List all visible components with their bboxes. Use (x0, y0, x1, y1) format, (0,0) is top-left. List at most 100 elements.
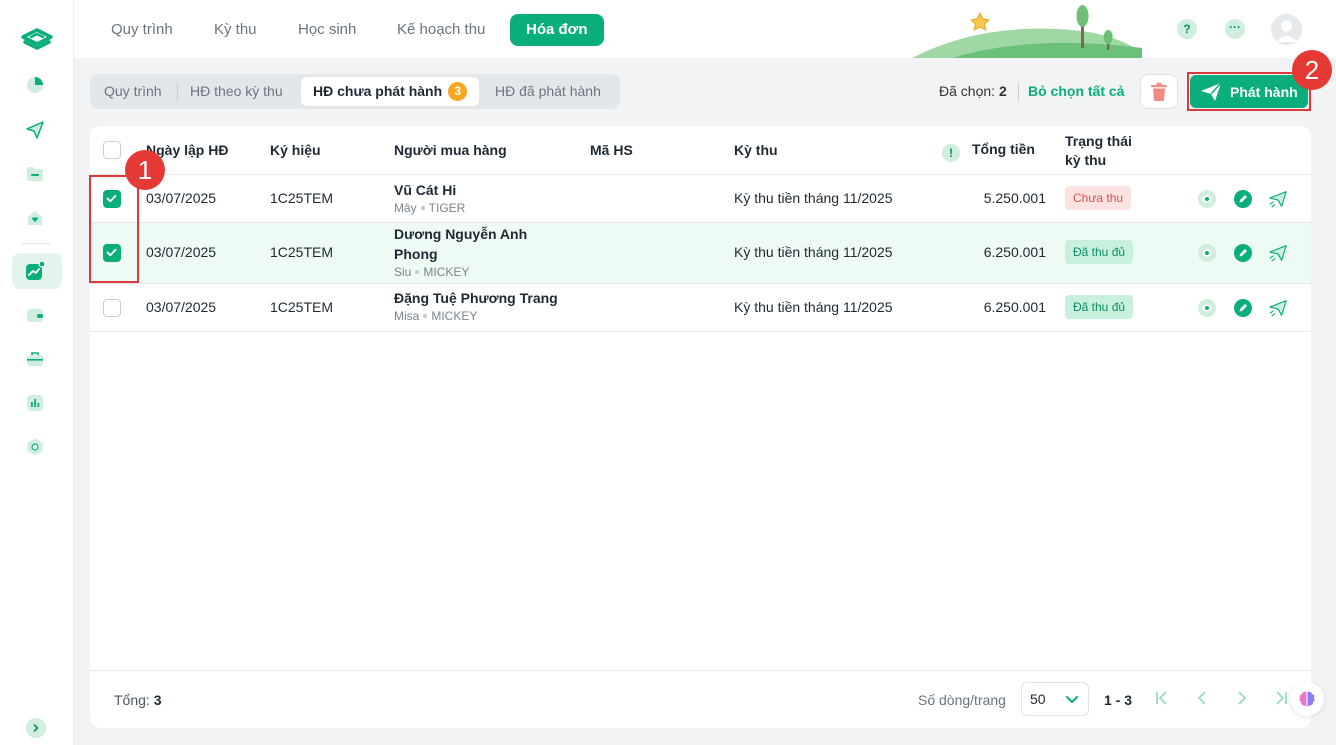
edit-icon[interactable] (1233, 243, 1253, 263)
cell-symbol: 1C25TEM (270, 190, 334, 206)
buyer-meta: Misa MICKEY (394, 309, 558, 323)
step-marker-1: 1 (125, 150, 165, 190)
nav-hoc-sinh[interactable]: Học sinh (298, 14, 356, 46)
avatar[interactable] (1271, 14, 1302, 45)
separator-dot (415, 270, 420, 274)
total-label: Tổng: 3 (114, 692, 162, 708)
view-icon[interactable] (1197, 189, 1217, 209)
publish-button-label: Phát hành (1230, 83, 1298, 100)
table-row[interactable]: 03/07/2025 1C25TEM Dương Nguyễn Anh Phon… (90, 223, 1311, 284)
col-header-status[interactable]: Trạng thái kỳ thu (1065, 132, 1132, 170)
prev-page-icon[interactable] (1193, 689, 1211, 707)
selected-prefix: Đã chọn: (939, 83, 996, 99)
last-page-icon[interactable] (1272, 689, 1290, 707)
sidebar-home-heart-icon[interactable] (23, 206, 47, 230)
toolbar-divider (1018, 83, 1019, 101)
cell-period: Kỳ thu tiền tháng 11/2025 (734, 190, 893, 206)
cell-date: 03/07/2025 (146, 299, 217, 315)
next-page-icon[interactable] (1233, 689, 1251, 707)
nav-ky-thu[interactable]: Kỳ thu (214, 14, 257, 46)
publish-row-icon[interactable] (1268, 243, 1288, 263)
cell-date: 03/07/2025 (146, 190, 217, 206)
checkbox-highlight-box (89, 175, 139, 283)
cell-total: 6.250.001 (983, 244, 1046, 260)
sidebar-briefcase-icon[interactable] (23, 347, 47, 371)
sidebar-expand-icon[interactable] (26, 718, 46, 738)
student-name: Siu (394, 265, 412, 279)
view-icon[interactable] (1197, 298, 1217, 318)
cell-buyer: Đặng Tuệ Phương Trang Misa MICKEY (394, 288, 558, 323)
publish-row-icon[interactable] (1268, 298, 1288, 318)
app-logo-icon[interactable] (19, 25, 55, 55)
rows-per-page-label: Số dòng/trang (918, 692, 1006, 708)
buyer-name: Vũ Cát Hi (394, 182, 457, 198)
info-icon[interactable]: ! (942, 144, 960, 162)
select-all-checkbox[interactable] (103, 141, 121, 159)
footer-divider (90, 670, 1311, 671)
sidebar-settings-icon[interactable] (23, 435, 47, 459)
tab-divider (177, 83, 178, 101)
view-icon[interactable] (1197, 243, 1217, 263)
total-value: 3 (153, 692, 162, 708)
help-icon[interactable]: ? (1177, 19, 1197, 39)
total-prefix: Tổng: (114, 692, 150, 708)
step-marker-2: 2 (1292, 50, 1332, 90)
publish-button[interactable]: Phát hành (1190, 75, 1308, 108)
buyer-meta: Mây TIGER (394, 201, 465, 215)
col-header-buyer[interactable]: Người mua hàng (394, 142, 507, 158)
sidebar-send-icon[interactable] (23, 118, 47, 142)
cell-symbol: 1C25TEM (270, 244, 334, 260)
buyer-name: Đặng Tuệ Phương Trang (394, 290, 558, 306)
col-header-student-code[interactable]: Mã HS (590, 142, 633, 158)
sidebar-chart-trend-icon[interactable] (23, 259, 47, 283)
first-page-icon[interactable] (1153, 689, 1171, 707)
col-header-period[interactable]: Kỳ thu (734, 142, 778, 158)
cell-total: 6.250.001 (983, 299, 1046, 315)
cell-buyer: Vũ Cát Hi Mây TIGER (394, 180, 465, 215)
unpublished-count-badge: 3 (448, 82, 468, 101)
more-icon[interactable]: ··· (1225, 19, 1245, 39)
cell-date: 03/07/2025 (146, 244, 217, 260)
edit-icon[interactable] (1233, 189, 1253, 209)
class-name: MICKEY (423, 265, 470, 279)
col-header-total-label: Tổng tiền (972, 141, 1035, 157)
buyer-name-line2: Phong (394, 246, 438, 262)
separator-dot (420, 206, 425, 210)
cell-period: Kỳ thu tiền tháng 11/2025 (734, 244, 893, 260)
cell-total: 5.250.001 (983, 190, 1046, 206)
tab-hd-theo-ky-thu[interactable]: HĐ theo kỳ thu (190, 74, 283, 109)
col-header-total[interactable]: ! Tổng tiền (942, 141, 1035, 162)
table-row[interactable]: 03/07/2025 1C25TEM Đặng Tuệ Phương Trang… (90, 284, 1311, 332)
table-row[interactable]: 03/07/2025 1C25TEM Vũ Cát Hi Mây TIGER Kỳ… (90, 175, 1311, 223)
selected-count-label: Đã chọn: 2 (939, 83, 1007, 99)
col-header-status-line1: Trạng thái (1065, 133, 1132, 149)
col-header-symbol[interactable]: Ký hiệu (270, 142, 321, 158)
student-name: Misa (394, 309, 420, 323)
nav-quy-trinh[interactable]: Quy trình (111, 14, 173, 46)
col-header-status-line2: kỳ thu (1065, 152, 1107, 168)
ai-assistant-icon[interactable] (1290, 682, 1324, 716)
nav-ke-hoach-thu[interactable]: Kế hoạch thu (397, 14, 485, 46)
send-icon (1201, 81, 1222, 101)
cell-buyer: Dương Nguyễn Anh Phong Siu MICKEY (394, 224, 527, 279)
edit-icon[interactable] (1233, 298, 1253, 318)
sidebar-dashboard-icon[interactable] (23, 73, 47, 97)
tab-quy-trinh[interactable]: Quy trình (104, 74, 162, 109)
sidebar-report-icon[interactable] (23, 391, 47, 415)
row-checkbox[interactable] (103, 299, 121, 317)
tab-hd-da-phat-hanh[interactable]: HĐ đã phát hành (495, 74, 601, 109)
clear-selection-link[interactable]: Bỏ chọn tất cả (1028, 83, 1124, 99)
student-name: Mây (394, 201, 417, 215)
delete-button[interactable] (1140, 74, 1178, 109)
trash-icon (1151, 82, 1167, 101)
sidebar (0, 0, 74, 745)
nav-hoa-don[interactable]: Hóa đơn (510, 14, 604, 46)
sidebar-folder-icon[interactable] (23, 162, 47, 186)
tab-hd-chua-phat-hanh[interactable]: HĐ chưa phát hành 3 (301, 77, 480, 106)
sidebar-wallet-icon[interactable] (23, 303, 47, 327)
rows-per-page-select[interactable]: 50 (1021, 682, 1089, 716)
page-range: 1 - 3 (1104, 692, 1133, 708)
cell-period: Kỳ thu tiền tháng 11/2025 (734, 299, 893, 315)
hill-illustration-icon (912, 5, 1142, 58)
publish-row-icon[interactable] (1268, 189, 1288, 209)
